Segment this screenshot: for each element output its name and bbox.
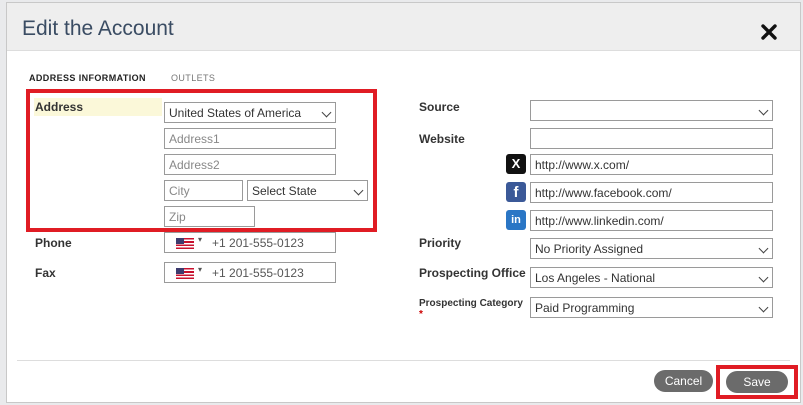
fax-placeholder: +1 201-555-0123 <box>212 266 304 280</box>
prospecting-category-select[interactable]: Paid Programming <box>530 297 773 318</box>
source-label: Source <box>419 100 460 114</box>
linkedin-icon: in <box>506 210 526 230</box>
save-highlight-box <box>716 365 798 399</box>
prospecting-office-select[interactable]: Los Angeles - National <box>530 267 773 288</box>
phone-placeholder: +1 201-555-0123 <box>212 236 304 250</box>
facebook-url-input[interactable]: http://www.facebook.com/ <box>530 182 773 203</box>
fax-input[interactable]: ▾ +1 201-555-0123 <box>164 262 336 283</box>
us-flag-icon[interactable] <box>176 238 194 249</box>
dialog-title: Edit the Account <box>22 17 174 40</box>
chevron-down-icon <box>758 105 769 116</box>
tab-address-information[interactable]: ADDRESS INFORMATION <box>29 73 146 83</box>
edit-account-dialog: Edit the Account ADDRESS INFORMATION OUT… <box>6 2 801 403</box>
website-label: Website <box>419 132 465 146</box>
chevron-down-icon <box>758 272 769 283</box>
prospecting-office-label: Prospecting Office <box>419 266 526 280</box>
tab-outlets[interactable]: OUTLETS <box>171 73 215 83</box>
linkedin-url-value: http://www.linkedin.com/ <box>535 214 664 228</box>
priority-select-value: No Priority Assigned <box>535 242 644 256</box>
website-input[interactable] <box>530 128 773 149</box>
address-highlight-box <box>26 89 377 232</box>
caret-down-icon[interactable]: ▾ <box>198 265 202 274</box>
prospecting-category-label: Prospecting Category <box>419 298 523 309</box>
footer-divider <box>17 360 790 361</box>
prospecting-category-select-value: Paid Programming <box>535 301 635 315</box>
us-flag-icon[interactable] <box>176 268 194 279</box>
fax-label: Fax <box>35 266 56 280</box>
priority-select[interactable]: No Priority Assigned <box>530 238 773 259</box>
priority-label: Priority <box>419 236 462 250</box>
x-url-value: http://www.x.com/ <box>535 158 630 172</box>
phone-input[interactable]: ▾ +1 201-555-0123 <box>164 232 336 253</box>
facebook-icon: f <box>506 182 526 202</box>
close-icon[interactable] <box>760 23 778 41</box>
x-url-input[interactable]: http://www.x.com/ <box>530 154 773 175</box>
source-select[interactable] <box>530 100 773 121</box>
cancel-button[interactable]: Cancel <box>654 370 713 392</box>
facebook-url-value: http://www.facebook.com/ <box>535 186 672 200</box>
dialog-header: Edit the Account <box>7 3 800 51</box>
x-icon: X <box>506 154 526 174</box>
phone-label: Phone <box>35 236 72 250</box>
chevron-down-icon <box>758 302 769 313</box>
prospecting-office-select-value: Los Angeles - National <box>535 271 656 285</box>
chevron-down-icon <box>758 243 769 254</box>
required-mark: * <box>419 309 423 320</box>
linkedin-url-input[interactable]: http://www.linkedin.com/ <box>530 210 773 231</box>
caret-down-icon[interactable]: ▾ <box>198 235 202 244</box>
